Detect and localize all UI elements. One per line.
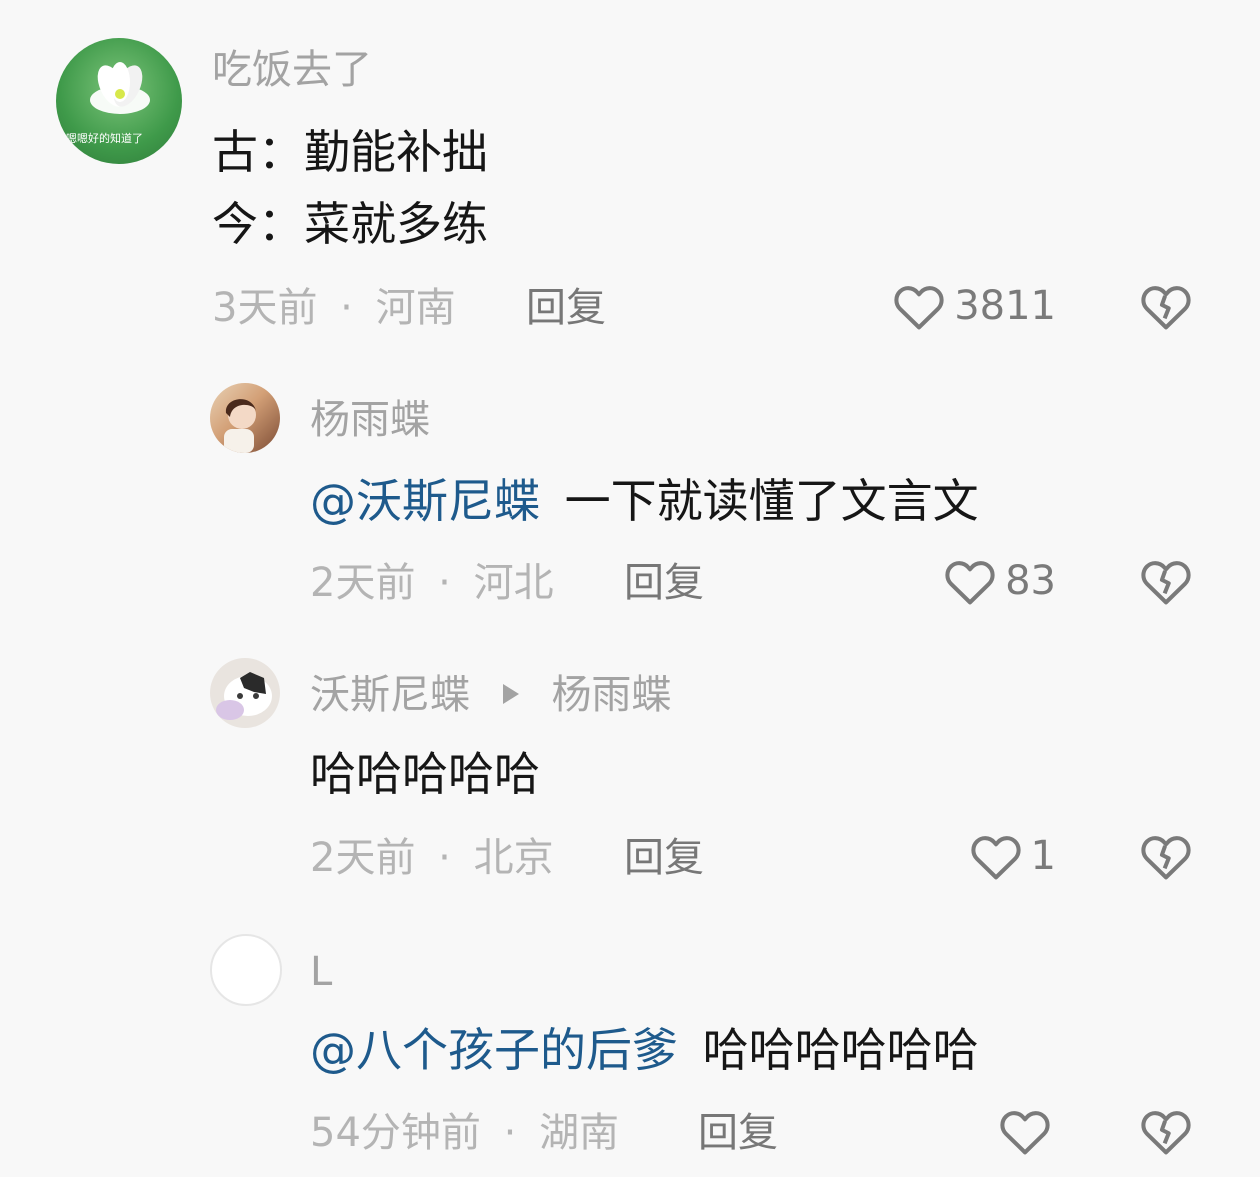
dislike-button[interactable] — [1139, 1105, 1193, 1157]
heart-outline-icon — [894, 286, 944, 330]
heart-outline-icon — [970, 836, 1021, 880]
reply-button[interactable]: 回复 — [624, 561, 704, 605]
comment-username[interactable]: 杨雨蝶 — [310, 398, 430, 442]
avatar-caption: 嗯嗯好的知道了 — [66, 132, 143, 145]
comment-text: @沃斯尼蝶 一下就读懂了文言文 — [310, 475, 979, 527]
heart-outline-icon — [945, 561, 995, 605]
cat-photo-image — [216, 672, 272, 720]
comment-time: 2天前 — [310, 835, 416, 881]
comment-text: @八个孩子的后爹 哈哈哈哈哈哈 — [310, 1024, 979, 1076]
comment-time: 3天前 — [212, 285, 318, 331]
like-button[interactable]: 83 — [943, 556, 1056, 606]
like-count: 83 — [1005, 558, 1056, 604]
comment-meta: 3天前 · 河南 — [212, 286, 456, 330]
heart-outline-icon — [1000, 1111, 1050, 1155]
comment-location: 河北 — [473, 560, 554, 606]
person-photo-image — [224, 399, 256, 453]
dislike-button[interactable] — [1139, 280, 1193, 332]
meta-separator: · — [438, 560, 451, 606]
reply-target-name[interactable]: 杨雨蝶 — [551, 672, 671, 718]
comment-text-line: 古：勤能补拙 — [212, 125, 488, 179]
comment-meta: 2天前 · 河北 — [310, 561, 554, 605]
comment-body: 哈哈哈哈哈 — [310, 747, 540, 801]
like-button[interactable]: 1 — [969, 831, 1056, 881]
like-count: 3811 — [954, 283, 1056, 329]
meta-separator: · — [503, 1110, 517, 1156]
comment-location: 湖南 — [539, 1110, 620, 1156]
reply-button[interactable]: 回复 — [624, 836, 704, 880]
avatar[interactable] — [210, 658, 280, 728]
mention-link[interactable]: @八个孩子的后爹 — [310, 1023, 678, 1077]
reply-author-name[interactable]: 沃斯尼蝶 — [310, 672, 470, 718]
like-button[interactable] — [998, 1106, 1060, 1156]
comment-location: 北京 — [473, 835, 554, 881]
broken-heart-icon — [1141, 286, 1191, 330]
comment-meta: 2天前 · 北京 — [310, 836, 554, 880]
broken-heart-icon — [1141, 561, 1191, 605]
avatar[interactable]: 嗯嗯好的知道了 — [56, 38, 182, 164]
comment-text-line: 今：菜就多练 — [212, 197, 488, 251]
comment-username[interactable]: L — [310, 950, 332, 994]
mention-link[interactable]: @沃斯尼蝶 — [310, 474, 540, 528]
avatar[interactable] — [210, 934, 282, 1006]
comment-username[interactable]: 吃饭去了 — [212, 48, 372, 92]
comment-location: 河南 — [375, 285, 456, 331]
comment-username: 沃斯尼蝶 杨雨蝶 — [310, 673, 671, 717]
reply-button[interactable]: 回复 — [698, 1111, 778, 1155]
comment-time: 54分钟前 — [310, 1110, 481, 1156]
avatar[interactable] — [210, 383, 280, 453]
like-count: 1 — [1030, 833, 1056, 879]
meta-separator: · — [438, 835, 451, 881]
comment-body: 哈哈哈哈哈哈 — [702, 1023, 979, 1077]
dislike-button[interactable] — [1139, 830, 1193, 882]
broken-heart-icon — [1141, 836, 1191, 880]
like-button[interactable]: 3811 — [892, 281, 1056, 331]
comment-time: 2天前 — [310, 560, 416, 606]
broken-heart-icon — [1141, 1111, 1191, 1155]
dislike-button[interactable] — [1139, 555, 1193, 607]
reply-arrow-icon — [502, 684, 519, 704]
comment-meta: 54分钟前 · 湖南 — [310, 1111, 619, 1155]
comment-body: 一下就读懂了文言文 — [564, 474, 979, 528]
meta-separator: · — [340, 285, 353, 331]
reply-button[interactable]: 回复 — [526, 286, 606, 330]
